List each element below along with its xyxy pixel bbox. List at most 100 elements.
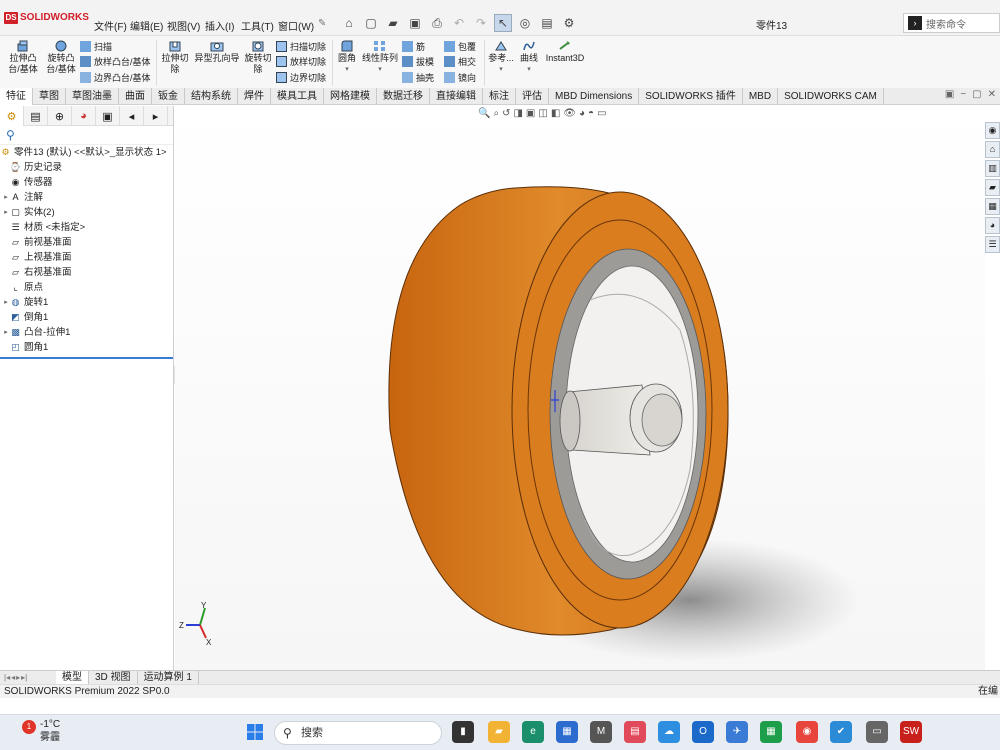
view-orientation-icon[interactable]: ◫ [538, 108, 547, 119]
open-folder-icon[interactable]: ▰ [384, 14, 402, 32]
tab-mesh-modeling[interactable]: 网格建模 [324, 88, 377, 105]
shell-button[interactable]: 抽壳 [402, 71, 434, 84]
select-icon[interactable]: ↖ [494, 14, 512, 32]
tab-data-migration[interactable]: 数据迁移 [377, 88, 430, 105]
tab-solidworks-cam[interactable]: SOLIDWORKS CAM [778, 88, 884, 105]
tree-item-revolve1[interactable]: ▸ ◍ 旋转1 [0, 295, 173, 310]
weather-widget[interactable]: 1 -1°C 雾霾 [22, 718, 60, 744]
tab-solidworks-addins[interactable]: SOLIDWORKS 插件 [639, 88, 743, 105]
solidworks-resources-icon[interactable]: ◉ [985, 122, 1000, 139]
tree-root[interactable]: ⚙ 零件13 (默认) <<默认>_显示状态 1> [0, 145, 173, 160]
home-icon[interactable]: ⌂ [340, 14, 358, 32]
edit-appearance-icon[interactable]: ◕ [579, 108, 585, 119]
rollback-bar[interactable] [0, 357, 173, 359]
tab-direct-editing[interactable]: 直接编辑 [430, 88, 483, 105]
edge-browser-icon[interactable]: e [522, 721, 544, 743]
tree-item-front-plane[interactable]: ▱ 前视基准面 [0, 235, 173, 250]
app-icon[interactable]: ✈ [726, 721, 748, 743]
pin-icon[interactable]: ✎ [318, 18, 326, 29]
wrap-button[interactable]: 包覆 [444, 40, 476, 53]
solidworks-logo[interactable]: DS SOLIDWORKS [4, 12, 89, 24]
app-icon[interactable]: ▤ [624, 721, 646, 743]
rib-button[interactable]: 筋 [402, 40, 425, 53]
fillet-button[interactable]: 圆角 ▾ [336, 40, 358, 75]
orientation-triad[interactable]: Y Z X [179, 601, 212, 647]
property-manager-tab-icon[interactable]: ▤ [24, 106, 48, 126]
solidworks-taskbar-icon[interactable]: SW [900, 721, 922, 743]
view-settings-icon[interactable]: ▭ [597, 108, 606, 119]
tab-3d-views[interactable]: 3D 视图 [89, 671, 138, 684]
swept-cut-button[interactable]: 扫描切除 [276, 40, 326, 53]
lofted-cut-button[interactable]: 放样切除 [276, 55, 326, 68]
boss-revolve-button[interactable]: 旋转凸 台/基体 [44, 40, 78, 75]
configuration-manager-tab-icon[interactable]: ⊕ [48, 106, 72, 126]
tab-markup[interactable]: 标注 [483, 88, 516, 105]
display-manager-tab-icon[interactable]: ▣ [96, 106, 120, 126]
tab-mbd[interactable]: MBD [743, 88, 779, 105]
dimxpert-tab-icon[interactable]: ◕ [72, 106, 96, 126]
menu-tools[interactable]: 工具(T) [241, 18, 274, 33]
tab-sketch-ink[interactable]: 草图油墨 [66, 88, 119, 105]
tree-item-boss-extrude1[interactable]: ▸ ▩ 凸台-拉伸1 [0, 325, 173, 340]
menu-window[interactable]: 窗口(W) [278, 18, 314, 33]
custom-properties-icon[interactable]: ☰ [985, 236, 1000, 253]
linear-pattern-button[interactable]: 线性阵列 ▾ [360, 40, 400, 75]
loft-button[interactable]: 放样凸台/基体 [80, 55, 151, 68]
previous-view-icon[interactable]: ↺ [502, 108, 510, 119]
prev-tab-icon[interactable]: ◂ [11, 673, 15, 682]
wheel-model[interactable]: Y Z X [175, 106, 985, 671]
sweep-button[interactable]: 扫描 [80, 40, 112, 53]
instant3d-button[interactable]: Instant3D [545, 40, 585, 64]
tab-model[interactable]: 模型 [56, 671, 89, 684]
curves-dropdown-icon[interactable]: ▾ [517, 64, 541, 75]
extruded-cut-button[interactable]: 拉伸切 除 [160, 40, 190, 75]
maximize-window-icon[interactable]: ▢ [972, 89, 981, 100]
section-view-icon[interactable]: ◨ [513, 108, 522, 119]
appearances-icon[interactable]: ◕ [985, 217, 1000, 234]
tree-item-fillet1[interactable]: ◰ 圆角1 [0, 340, 173, 355]
options-gear-icon[interactable]: ⚙ [560, 14, 578, 32]
tree-item-annotations[interactable]: ▸ A 注解 [0, 190, 173, 205]
store-app-icon[interactable]: ▦ [556, 721, 578, 743]
file-explorer-app-icon[interactable]: ▰ [488, 721, 510, 743]
apply-scene-icon[interactable]: ◓ [588, 108, 594, 119]
more-tabs-icon[interactable]: ◂ [120, 106, 144, 126]
hole-wizard-button[interactable]: 异型孔向导 [192, 40, 242, 64]
minimize-window-icon[interactable]: − [960, 89, 966, 100]
expand-arrow-icon[interactable]: ▸ [2, 295, 10, 310]
close-window-icon[interactable]: ✕ [988, 89, 996, 100]
menu-insert[interactable]: 插入(I) [205, 18, 234, 33]
tree-item-origin[interactable]: ⌞ 原点 [0, 280, 173, 295]
tab-motion-study[interactable]: 运动算例 1 [138, 671, 199, 684]
tree-item-chamfer1[interactable]: ◩ 倒角1 [0, 310, 173, 325]
tree-item-history[interactable]: ⌚ 历史记录 [0, 160, 173, 175]
feature-manager-tab-icon[interactable]: ⚙ [0, 106, 24, 126]
home-pane-icon[interactable]: ⌂ [985, 141, 1000, 158]
last-tab-icon[interactable]: ▸| [21, 673, 27, 682]
restore-window-icon[interactable]: ▣ [945, 89, 954, 100]
app-icon[interactable]: ✔ [830, 721, 852, 743]
search-commands-input[interactable]: › 搜索命令 [903, 13, 1000, 33]
tab-weldments[interactable]: 焊件 [238, 88, 271, 105]
tab-mbd-dimensions[interactable]: MBD Dimensions [549, 88, 640, 105]
app-icon[interactable]: ▦ [760, 721, 782, 743]
expand-arrow-icon[interactable]: ▸ [2, 325, 10, 340]
tree-item-top-plane[interactable]: ▱ 上视基准面 [0, 250, 173, 265]
view-palette-icon[interactable]: ▦ [985, 198, 1000, 215]
tab-sketch[interactable]: 草图 [33, 88, 66, 105]
app-icon[interactable]: ▭ [866, 721, 888, 743]
reference-dropdown-icon[interactable]: ▾ [487, 64, 515, 75]
app-icon[interactable]: M [590, 721, 612, 743]
tab-mold-tools[interactable]: 模具工具 [271, 88, 324, 105]
tree-item-right-plane[interactable]: ▱ 右视基准面 [0, 265, 173, 280]
hide-show-items-icon[interactable]: 👁 [563, 108, 576, 119]
boundary-boss-button[interactable]: 边界凸台/基体 [80, 71, 151, 84]
design-library-icon[interactable]: ▥ [985, 160, 1000, 177]
menu-view[interactable]: 视图(V) [167, 18, 200, 33]
dynamic-annotation-icon[interactable]: ▣ [526, 108, 535, 119]
zoom-to-area-icon[interactable]: ⌕ [493, 108, 499, 119]
menu-file[interactable]: 文件(F) [94, 18, 127, 33]
tab-evaluate[interactable]: 评估 [516, 88, 549, 105]
filter-icon[interactable]: ⚲ [0, 126, 173, 144]
draft-button[interactable]: 拔模 [402, 55, 434, 68]
